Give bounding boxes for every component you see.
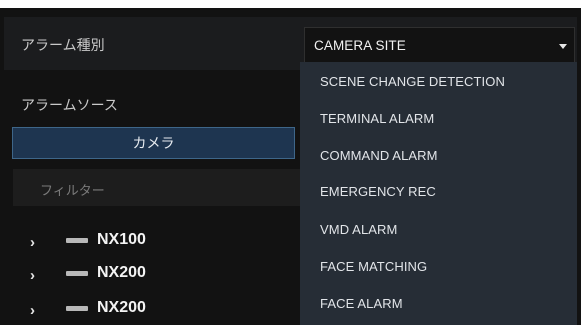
- device-tree-item[interactable]: › NX200: [0, 294, 300, 324]
- dropdown-option-emergency-rec[interactable]: EMERGENCY REC: [320, 184, 436, 199]
- device-icon: [66, 238, 88, 243]
- chevron-right-icon[interactable]: ›: [30, 267, 35, 284]
- device-tree-item[interactable]: › NX100: [0, 226, 300, 256]
- device-tree-item[interactable]: › NX200: [0, 259, 300, 289]
- camera-button[interactable]: カメラ: [12, 127, 295, 159]
- dropdown-option-command-alarm[interactable]: COMMAND ALARM: [320, 148, 438, 163]
- caret-down-icon: [559, 44, 567, 49]
- chevron-right-icon[interactable]: ›: [30, 302, 35, 319]
- dropdown-option-vmd-alarm[interactable]: VMD ALARM: [320, 222, 397, 237]
- alarm-settings-panel: アラーム種別 CAMERA SITE アラームソース カメラ フィルター › N…: [0, 0, 581, 325]
- alarm-type-select[interactable]: CAMERA SITE: [304, 27, 575, 63]
- dropdown-option-face-alarm[interactable]: FACE ALARM: [320, 296, 403, 311]
- dropdown-option-scene-change-detection[interactable]: SCENE CHANGE DETECTION: [320, 74, 505, 89]
- top-margin: [0, 0, 581, 8]
- dropdown-option-face-matching[interactable]: FACE MATCHING: [320, 259, 427, 274]
- device-icon: [66, 306, 88, 311]
- dropdown-option-terminal-alarm[interactable]: TERMINAL ALARM: [320, 111, 434, 126]
- chevron-right-icon[interactable]: ›: [30, 234, 35, 251]
- alarm-source-label: アラームソース: [21, 97, 118, 113]
- device-name: NX200: [97, 264, 146, 281]
- alarm-type-dropdown-list: SCENE CHANGE DETECTION TERMINAL ALARM CO…: [300, 62, 577, 325]
- alarm-type-label: アラーム種別: [21, 37, 105, 53]
- filter-input[interactable]: フィルター: [13, 169, 303, 206]
- alarm-type-selected-value: CAMERA SITE: [314, 38, 406, 53]
- device-icon: [66, 271, 88, 276]
- device-name: NX100: [97, 231, 146, 248]
- device-name: NX200: [97, 299, 146, 316]
- filter-placeholder: フィルター: [40, 183, 105, 198]
